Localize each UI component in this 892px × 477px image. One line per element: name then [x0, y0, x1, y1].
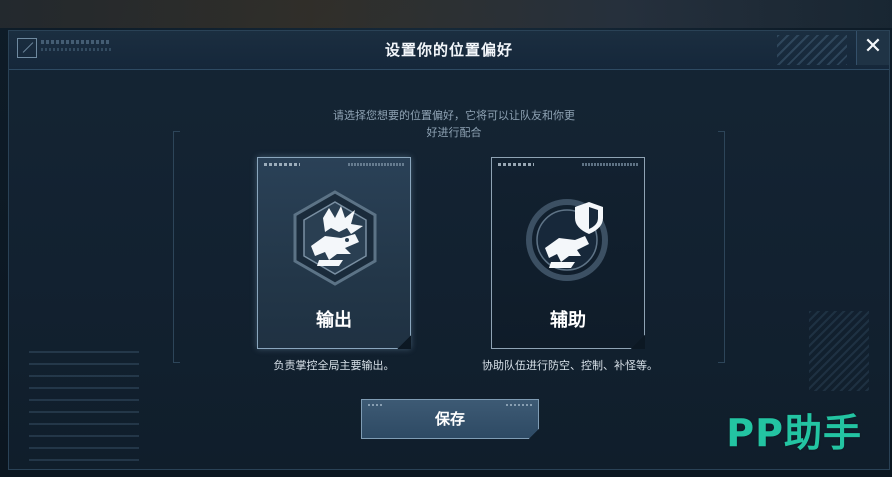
dialog-title: 设置你的位置偏好 — [384, 41, 513, 59]
role-note-support: 协助队伍进行防空、控制、补怪等。 — [482, 359, 658, 372]
role-note-output: 负责掌控全局主要输出。 — [273, 359, 395, 372]
role-card-output[interactable]: 输出 — [257, 157, 411, 349]
dialog-header: 设置你的位置偏好 ✕ — [9, 31, 889, 70]
role-label-support: 辅助 — [550, 310, 586, 331]
dragon-shield-icon — [526, 199, 608, 281]
button-corner-cut — [529, 429, 539, 439]
card-code-decor — [348, 163, 404, 166]
left-bracket-decor — [173, 131, 180, 363]
right-bracket-decor — [718, 131, 725, 363]
close-button[interactable]: ✕ — [856, 31, 889, 65]
role-label-output: 输出 — [316, 310, 352, 331]
save-button-label: 保存 — [434, 410, 465, 428]
card-code-decor — [582, 163, 638, 166]
card-tag-decor — [264, 163, 300, 166]
background-scene-strip — [0, 0, 892, 28]
right-ui-decor — [809, 311, 869, 391]
left-ui-decor — [29, 351, 139, 461]
dragon-burst-icon — [293, 190, 377, 286]
button-decor — [506, 404, 532, 406]
card-tag-decor — [498, 163, 534, 166]
card-corner-cut — [631, 335, 645, 349]
role-card-support[interactable]: 辅助 — [491, 157, 645, 349]
watermark-logo: PP助手 — [726, 411, 862, 455]
card-corner-cut — [397, 335, 411, 349]
header-stripes-decor — [777, 35, 847, 65]
save-button[interactable]: 保存 — [361, 399, 539, 439]
dialog-description: 请选择您想要的位置偏好，它将可以让队友和你更好进行配合 — [333, 109, 575, 139]
button-decor — [368, 404, 384, 406]
